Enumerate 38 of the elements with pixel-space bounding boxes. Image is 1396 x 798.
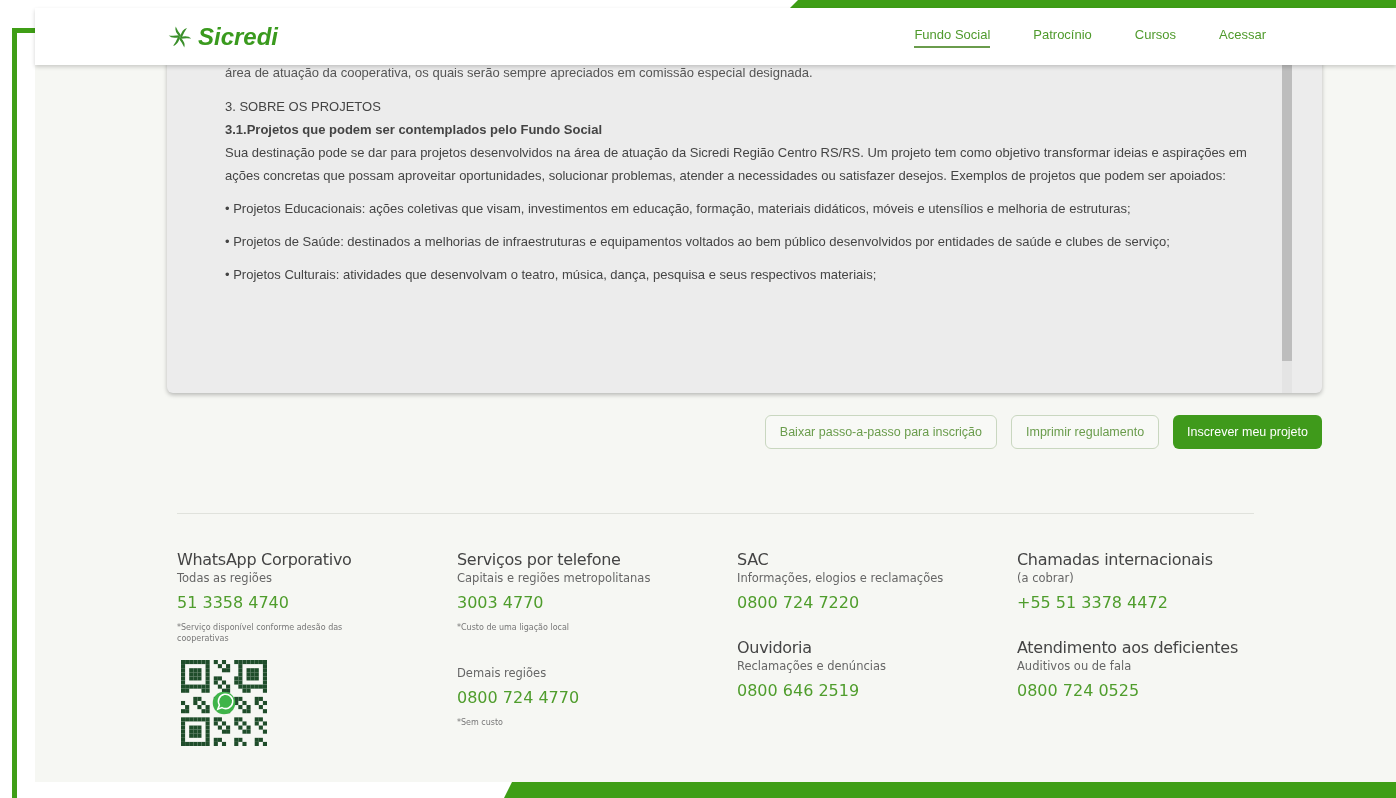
footnote: *Custo de uma ligação local xyxy=(457,622,571,633)
section-title: 3. SOBRE OS PROJETOS xyxy=(225,98,382,116)
phone-number: 51 3358 4740 xyxy=(177,592,290,614)
contact-subtitle: Auditivos ou de fala xyxy=(1017,658,1133,674)
nav-link[interactable]: Acessar xyxy=(1219,24,1266,49)
contact-subtitle: Capitais e regiões metropolitanas xyxy=(457,570,652,586)
subsection-title: 3.1.Projetos que podem ser contemplados pelo Fundo Social xyxy=(225,121,604,139)
contact-title: Ouvidoria xyxy=(737,638,813,658)
contact-subtitle: Reclamações e denúncias xyxy=(737,658,887,674)
nav-link[interactable]: Fundo Social xyxy=(914,24,991,49)
contact-title: Chamadas internacionais xyxy=(1017,550,1214,570)
contact-title: WhatsApp Corporativo xyxy=(177,550,353,570)
action-button[interactable]: Baixar passo-a-passo para inscrição xyxy=(764,415,997,449)
action-button[interactable]: Inscrever meu projeto xyxy=(1173,415,1322,449)
list-item: • Projetos Culturais: atividades que desenvolvam o teatro, música, dança, pesquisa e seus respectivos materiais; xyxy=(225,266,878,284)
phone-number: 0800 646 2519 xyxy=(737,680,861,702)
phone-number: 0800 724 4770 xyxy=(457,687,581,709)
contact-title: SAC xyxy=(737,550,770,570)
footnote: *Sem custo xyxy=(457,717,504,728)
action-button[interactable]: Imprimir regulamento xyxy=(1011,415,1160,449)
nav-link[interactable]: Patrocínio xyxy=(1033,24,1092,49)
logo-text: Sicredi xyxy=(198,21,279,52)
contact-subtitle: (a cobrar) xyxy=(1017,570,1075,586)
phone-number: 0800 724 0525 xyxy=(1017,680,1141,702)
phone-number: 0800 724 7220 xyxy=(737,592,861,614)
paragraph: Sua destinação pode se dar para projetos desenvolvidos na área de atuação da Sicredi Região Centro RS/RS. Um projeto tem como objetivo transformar ideias e aspirações em ações concretas que possam aproveitar oportunidades, solucionar problemas, atender a necessidades ou satisfazer desejos. Exemplos de projetos que podem ser apoiados: xyxy=(225,144,1248,185)
paragraph: área de atuação da cooperativa, os quais serão sempre apreciados em comissão especial designada. xyxy=(225,67,814,82)
contact-subtitle: Informações, elogios e reclamações xyxy=(737,570,945,586)
list-item: • Projetos Educacionais: ações coletivas que visam, investimentos em educação, formação, materiais didáticos, móveis e utensílios e melhoria de estruturas; xyxy=(225,200,1132,218)
phone-number: 3003 4770 xyxy=(457,592,545,614)
footnote: *Serviço disponível conforme adesão das cooperativas xyxy=(177,622,344,644)
nav-link[interactable]: Cursos xyxy=(1134,24,1177,49)
contact-subtitle: Demais regiões xyxy=(457,665,548,681)
contact-subtitle: Todas as regiões xyxy=(177,570,273,586)
list-item: • Projetos de Saúde: destinados a melhorias de infraestruturas e equipamentos voltados ao bem público desenvolvidos por entidades de saúde e clubes de serviço; xyxy=(225,233,1171,251)
contact-title: Serviços por telefone xyxy=(457,550,622,570)
phone-number: +55 51 3378 4472 xyxy=(1017,592,1169,614)
contact-title: Atendimento aos deficientes xyxy=(1017,638,1239,658)
